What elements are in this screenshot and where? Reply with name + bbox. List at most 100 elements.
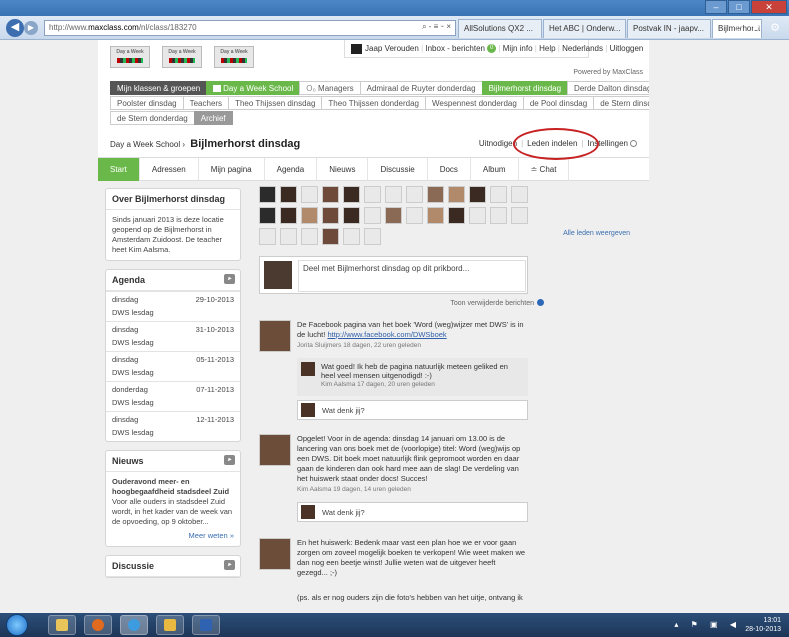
member-avatar[interactable] (259, 228, 276, 245)
agenda-item[interactable]: dinsdag 05-11-2013 (106, 351, 240, 368)
url-tools-icon[interactable]: ⌕ - ≡ ⌁ × (422, 22, 451, 32)
nav-theo-donderdag[interactable]: Theo Thijssen donderdag (321, 96, 427, 110)
forward-arrow-icon[interactable]: ▶ (24, 21, 38, 35)
day-a-week-logo[interactable]: Day a Week (214, 46, 254, 68)
day-a-week-logo[interactable]: Day a Week (162, 46, 202, 68)
browser-tab-postvak[interactable]: Postvak IN - jaapv... (627, 19, 711, 38)
member-avatar[interactable] (490, 207, 507, 224)
member-avatar[interactable] (511, 207, 528, 224)
member-avatar[interactable] (322, 228, 339, 245)
start-button[interactable] (6, 614, 28, 636)
member-avatar[interactable] (322, 207, 339, 224)
tab-chat[interactable]: ≐ Chat (519, 158, 570, 181)
nav-de-stern-donderdag[interactable]: de Stern donderdag (110, 111, 195, 125)
gear-icon[interactable] (630, 140, 637, 147)
member-avatar[interactable] (280, 228, 297, 245)
author-avatar[interactable] (259, 434, 291, 466)
help-link[interactable]: Help (539, 44, 555, 53)
news-headline[interactable]: Ouderavond meer- en hoogbegaafdheid stad… (112, 477, 234, 497)
tab-start[interactable]: Start (98, 158, 140, 181)
day-a-week-logo[interactable]: Day a Week (110, 46, 150, 68)
nav-de-stern-dinsdag[interactable]: de Stern dinsdag (593, 96, 649, 110)
internet-explorer-icon[interactable] (120, 615, 148, 635)
nav-derde-dalton[interactable]: Derde Dalton dinsdag (567, 81, 649, 95)
nav-bijlmerhorst[interactable]: Bijlmerhorst dinsdag (481, 81, 569, 95)
member-avatar[interactable] (301, 207, 318, 224)
nav-poolster[interactable]: Poolster dinsdag (110, 96, 184, 110)
explorer-icon[interactable] (48, 615, 76, 635)
nav-managers[interactable]: O₀ Managers (299, 81, 361, 95)
member-avatar[interactable] (427, 186, 444, 203)
member-avatar[interactable] (385, 186, 402, 203)
member-avatar[interactable] (343, 186, 360, 203)
member-avatar[interactable] (364, 207, 381, 224)
reply-avatar[interactable] (301, 362, 315, 376)
browser-home-star-gear-icon[interactable]: ⌂ ★ ⚙ (736, 21, 783, 34)
discussion-toggle-icon[interactable]: ▸ (224, 560, 235, 570)
member-avatar[interactable] (322, 186, 339, 203)
tab-mijn-pagina[interactable]: Mijn pagina (199, 158, 265, 181)
maximize-button[interactable]: □ (728, 0, 750, 14)
author-avatar[interactable] (259, 538, 291, 570)
member-avatar[interactable] (364, 186, 381, 203)
browser-tab-abc[interactable]: Het ABC | Onderw... (543, 19, 626, 38)
address-bar[interactable]: http://www.maxclass.com/nl/class/183270 … (44, 20, 456, 36)
comment-box[interactable]: Wat denk jij? (297, 502, 528, 522)
agenda-toggle-icon[interactable]: ▸ (224, 274, 235, 284)
agenda-item[interactable]: dinsdag 12-11-2013 (106, 411, 240, 428)
tab-agenda[interactable]: Agenda (265, 158, 318, 181)
member-avatar[interactable] (490, 186, 507, 203)
post-link[interactable]: http://www.facebook.com/DWSboek (327, 330, 446, 339)
member-avatar[interactable] (427, 207, 444, 224)
member-avatar[interactable] (280, 207, 297, 224)
nav-archief[interactable]: Archief (193, 111, 233, 125)
inbox-link[interactable]: Inbox - berichten (425, 44, 485, 53)
member-avatar[interactable] (343, 207, 360, 224)
tab-album[interactable]: Album (471, 158, 519, 181)
user-name[interactable]: Jaap Verouden (365, 44, 419, 53)
clock[interactable]: 13:01 28-10-2013 (745, 616, 781, 634)
agenda-item[interactable]: dinsdag 31-10-2013 (106, 321, 240, 338)
back-arrow-icon[interactable]: ◀ (6, 19, 24, 37)
agenda-item[interactable]: dinsdag 29-10-2013 (106, 291, 240, 308)
tab-adressen[interactable]: Adressen (140, 158, 199, 181)
agenda-item[interactable]: donderdag 07-11-2013 (106, 381, 240, 398)
member-avatar[interactable] (511, 186, 528, 203)
tab-discussie[interactable]: Discussie (368, 158, 428, 181)
tab-docs[interactable]: Docs (428, 158, 471, 181)
member-avatar[interactable] (259, 186, 276, 203)
browser-tab-allsolutions[interactable]: AllSolutions QX2 ... (458, 19, 542, 38)
member-avatar[interactable] (406, 207, 423, 224)
nav-my-classes[interactable]: Mijn klassen & groepen (110, 81, 208, 95)
nav-teachers[interactable]: Teachers (182, 96, 230, 110)
media-player-icon[interactable] (84, 615, 112, 635)
member-avatar[interactable] (448, 207, 465, 224)
member-avatar[interactable] (385, 207, 402, 224)
member-avatar[interactable] (301, 186, 318, 203)
member-avatar[interactable] (448, 186, 465, 203)
member-avatar[interactable] (301, 228, 318, 245)
tab-nieuws[interactable]: Nieuws (317, 158, 369, 181)
author-avatar[interactable] (259, 320, 291, 352)
word-icon[interactable] (192, 615, 220, 635)
news-more-link[interactable]: Meer weten » (112, 527, 234, 541)
nav-wespennest[interactable]: Wespennest donderdag (425, 96, 524, 110)
member-avatar[interactable] (469, 207, 486, 224)
news-toggle-icon[interactable]: ▸ (224, 455, 235, 465)
language-select[interactable]: Nederlands (562, 44, 603, 53)
nav-admiraal[interactable]: Admiraal de Ruyter donderdag (359, 81, 483, 95)
my-info-link[interactable]: Mijn info (503, 44, 533, 53)
all-members-link[interactable]: Alle leden weergeven (563, 230, 630, 237)
member-avatar[interactable] (280, 186, 297, 203)
breadcrumb-school[interactable]: Day a Week School (110, 140, 180, 149)
minimize-button[interactable]: – (705, 0, 727, 14)
member-avatar[interactable] (406, 186, 423, 203)
help-icon[interactable] (537, 299, 544, 306)
member-avatar[interactable] (343, 228, 360, 245)
nav-day-a-week-school[interactable]: Day a Week School (206, 81, 301, 95)
member-avatar[interactable] (259, 207, 276, 224)
invite-link[interactable]: Uitnodigen (479, 139, 517, 148)
close-window-button[interactable]: ✕ (751, 0, 787, 14)
nav-de-pool[interactable]: de Pool dinsdag (522, 96, 595, 110)
post-input[interactable]: Deel met Bijlmerhorst dinsdag op dit pri… (298, 260, 526, 292)
